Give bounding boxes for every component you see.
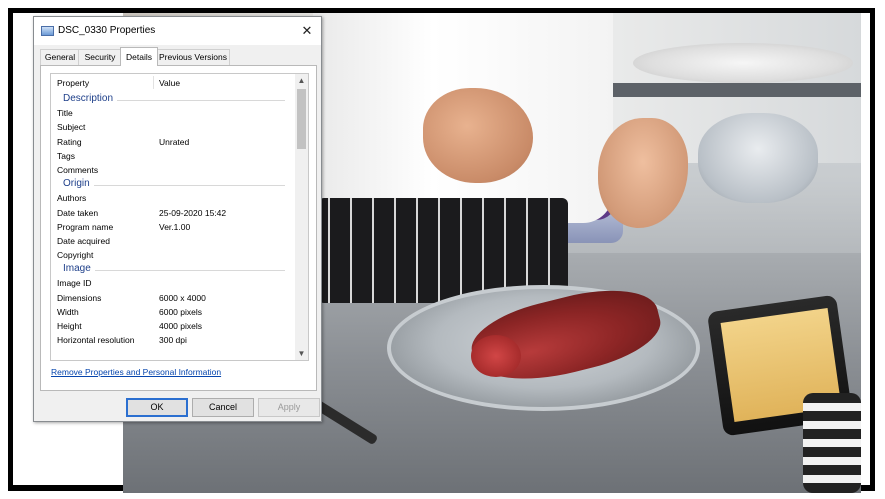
list-rows: Description Title Subject Rating Unrated … (51, 92, 295, 347)
list-item[interactable]: Copyright (51, 248, 295, 262)
list-item[interactable]: Tags (51, 149, 295, 163)
list-item[interactable]: Title (51, 106, 295, 120)
property-name: Tags (57, 150, 75, 161)
property-value[interactable]: 25-09-2020 15:42 (159, 208, 226, 218)
group-image: Image (51, 262, 295, 276)
property-name: Height (57, 321, 82, 331)
property-name: Copyright (57, 250, 94, 261)
close-button[interactable]: ✕ (296, 21, 318, 41)
stacked-plates (633, 43, 853, 83)
property-name: Comments (57, 164, 99, 175)
tab-strip: General Security Details Previous Versio… (40, 47, 316, 66)
properties-dialog: DSC_0330 Properties ✕ General Security D… (33, 16, 322, 422)
list-item[interactable]: Dimensions 6000 x 4000 (51, 291, 295, 305)
property-name: Title (57, 108, 73, 119)
tab-general[interactable]: General (40, 49, 80, 65)
group-divider (63, 270, 285, 272)
chef-right-hand (598, 118, 688, 228)
list-item[interactable]: Date taken 25-09-2020 15:42 (51, 206, 295, 220)
property-value[interactable]: Unrated (159, 137, 189, 147)
list-item[interactable]: Height 4000 pixels (51, 319, 295, 333)
property-name: Width (57, 306, 79, 317)
column-header-property[interactable]: Property (57, 78, 89, 88)
scroll-down-icon[interactable]: ▼ (295, 347, 308, 360)
tab-previous-versions[interactable]: Previous Versions (156, 49, 230, 65)
property-name: Date taken (57, 207, 99, 218)
property-name: Rating (57, 136, 82, 147)
scroll-up-icon[interactable]: ▲ (295, 74, 308, 87)
ok-button[interactable]: OK (126, 398, 188, 417)
property-value[interactable]: Ver.1.00 (159, 222, 190, 232)
tab-security[interactable]: Security (78, 49, 122, 65)
property-list[interactable]: Property Value Description Title Subject… (50, 73, 309, 361)
list-item[interactable]: Rating Unrated (51, 135, 295, 149)
glass-bowl (698, 113, 818, 203)
property-value[interactable]: 6000 pixels (159, 307, 202, 317)
group-label: Image (63, 263, 95, 275)
property-name: Date acquired (57, 235, 110, 246)
column-header-value[interactable]: Value (159, 78, 180, 88)
vertical-scrollbar[interactable]: ▲ ▼ (295, 74, 308, 360)
property-name: Program name (57, 221, 114, 232)
property-name: Authors (57, 193, 87, 204)
image-file-icon (41, 26, 54, 36)
meat-cut-end (471, 335, 521, 377)
property-value[interactable]: 6000 x 4000 (159, 293, 206, 303)
cancel-button[interactable]: Cancel (192, 398, 254, 417)
list-item[interactable]: Date acquired (51, 234, 295, 248)
chef-left-hand (423, 88, 533, 183)
metal-shelf (593, 83, 861, 97)
property-value[interactable]: 4000 pixels (159, 321, 202, 331)
property-name: Subject (57, 122, 86, 133)
title-bar[interactable]: DSC_0330 Properties ✕ (34, 17, 321, 45)
tab-details[interactable]: Details (120, 47, 158, 66)
column-divider[interactable] (153, 76, 154, 89)
property-name: Image ID (57, 278, 92, 289)
property-name: Horizontal resolution (57, 335, 135, 346)
scroll-thumb[interactable] (297, 89, 306, 149)
details-panel: Property Value Description Title Subject… (40, 65, 317, 391)
list-item[interactable]: Horizontal resolution 300 dpi (51, 333, 295, 347)
property-value[interactable]: 300 dpi (159, 335, 187, 345)
group-origin: Origin (51, 177, 295, 191)
group-divider (63, 185, 285, 187)
group-description: Description (51, 92, 295, 106)
apply-button[interactable]: Apply (258, 398, 320, 417)
property-name: Dimensions (57, 292, 102, 303)
list-header: Property Value (51, 74, 295, 90)
list-item[interactable]: Width 6000 pixels (51, 305, 295, 319)
list-item[interactable]: Image ID (51, 276, 295, 290)
group-label: Origin (63, 178, 94, 190)
list-item[interactable]: Subject (51, 120, 295, 134)
dialog-title: DSC_0330 Properties (58, 25, 156, 36)
list-item[interactable]: Authors (51, 191, 295, 205)
group-label: Description (63, 93, 118, 104)
flexible-tripod (803, 393, 861, 493)
list-item[interactable]: Program name Ver.1.00 (51, 220, 295, 234)
list-item[interactable]: Comments (51, 163, 295, 177)
remove-properties-link[interactable]: Remove Properties and Personal Informati… (51, 367, 221, 377)
